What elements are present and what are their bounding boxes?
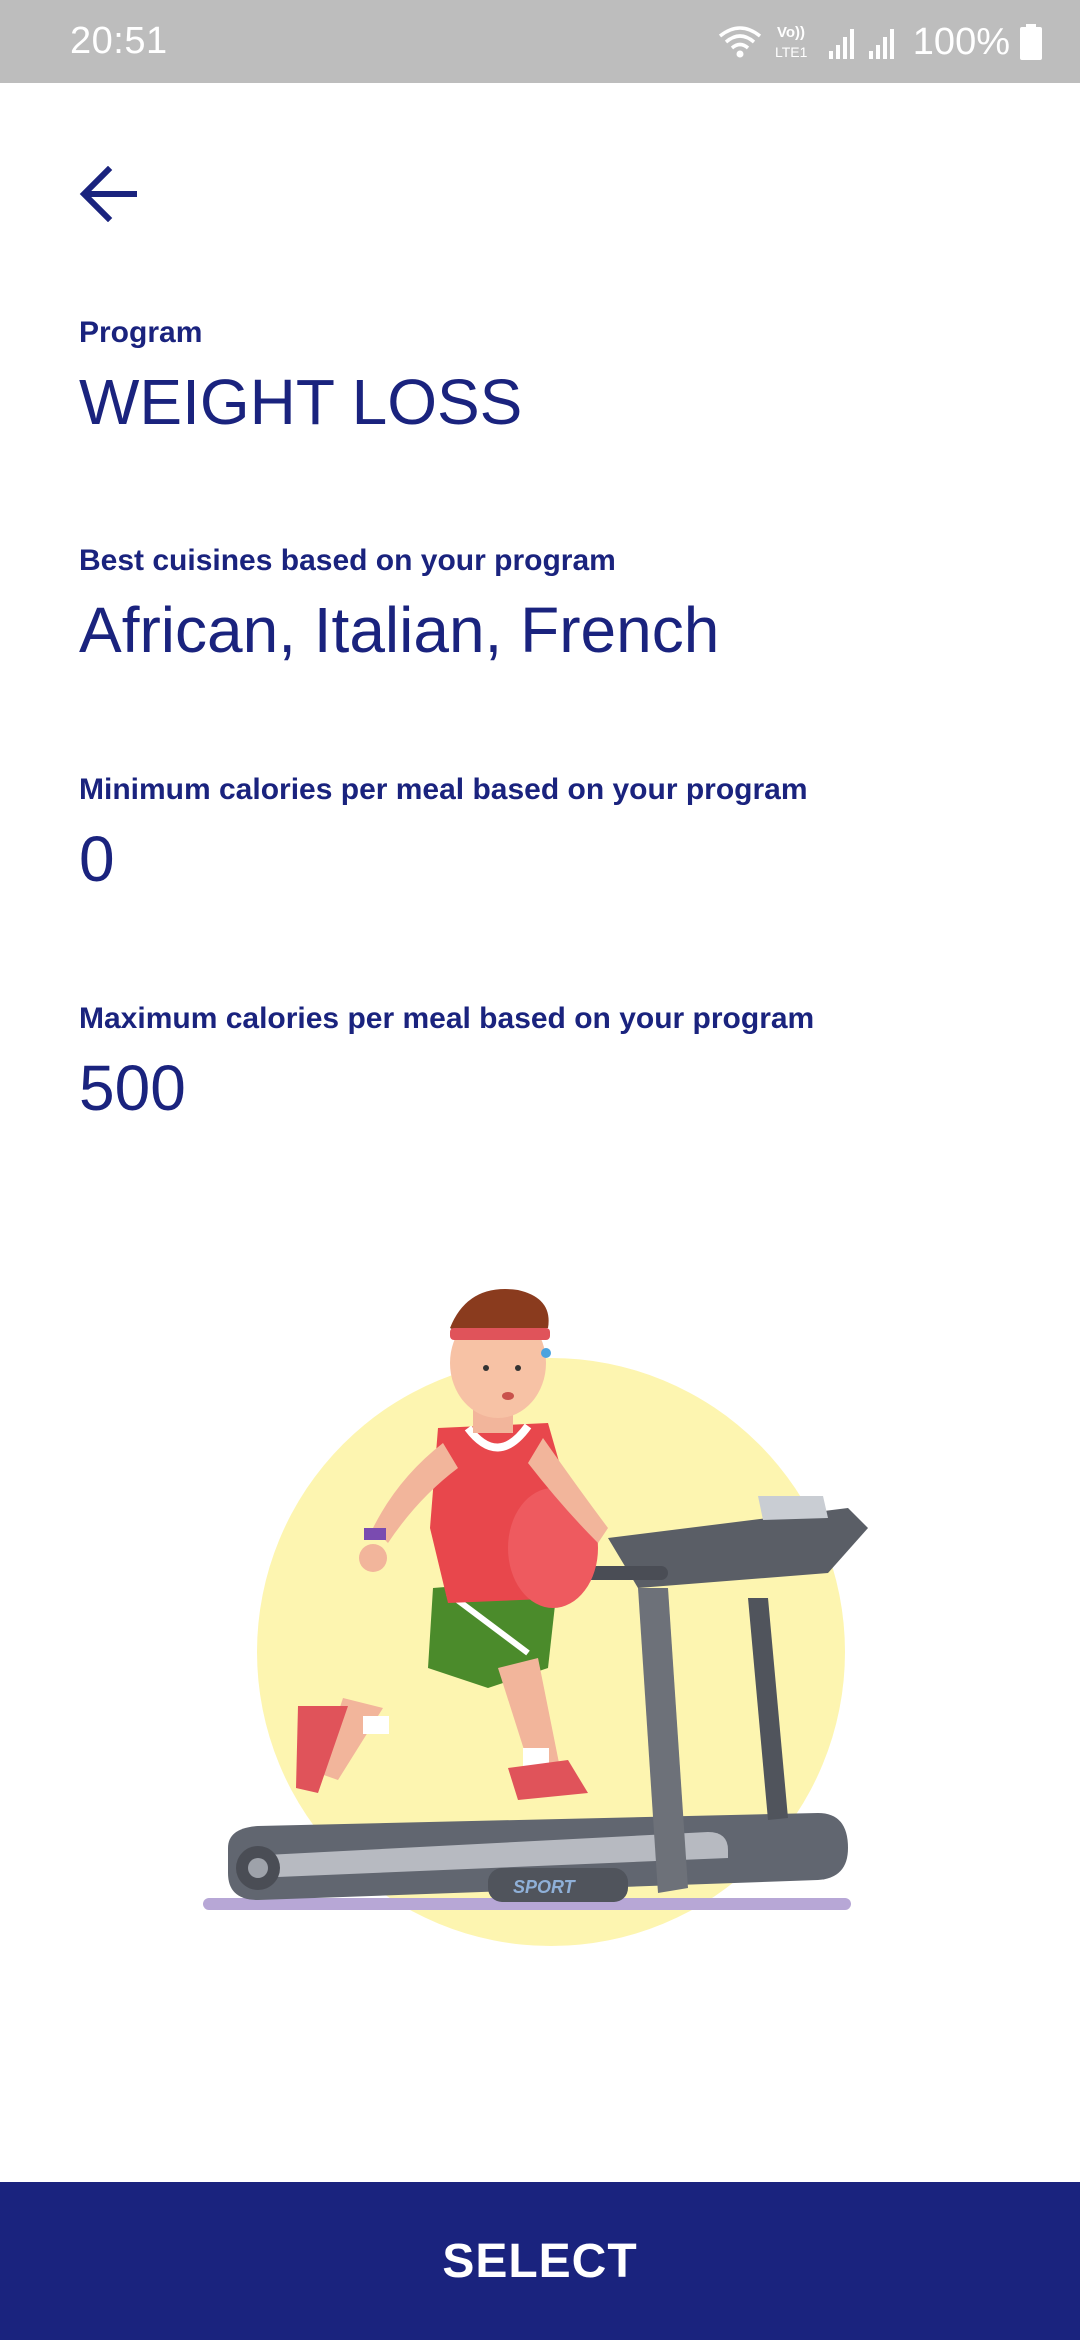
cuisines-value: African, Italian, French	[79, 594, 720, 666]
treadmill-brand-text: SPORT	[513, 1877, 577, 1897]
max-calories-label: Maximum calories per meal based on your …	[79, 1002, 815, 1035]
battery-percent: 100%	[912, 20, 1010, 63]
svg-text:Vo)): Vo))	[777, 24, 805, 41]
status-time: 20:51	[70, 20, 168, 62]
program-section: Program WEIGHT LOSS	[79, 316, 523, 438]
volte-icon: Vo)) LTE1	[773, 21, 817, 63]
cuisines-section: Best cuisines based on your program Afri…	[79, 544, 720, 666]
status-bar: 20:51 Vo)) LTE1 100%	[0, 0, 1080, 83]
min-calories-section: Minimum calories per meal based on your …	[79, 773, 808, 895]
cuisines-label: Best cuisines based on your program	[79, 544, 616, 577]
status-icons: Vo)) LTE1 100%	[717, 18, 1042, 66]
arrow-back-icon	[78, 165, 138, 227]
battery-icon	[1020, 24, 1042, 60]
signal-icon-2	[867, 23, 897, 61]
wifi-icon	[717, 22, 763, 62]
program-value: WEIGHT LOSS	[79, 366, 523, 438]
select-button[interactable]: SELECT	[0, 2182, 1080, 2340]
back-button[interactable]	[78, 160, 158, 232]
program-label: Program	[79, 316, 203, 349]
max-calories-value: 500	[79, 1052, 186, 1124]
min-calories-value: 0	[79, 823, 115, 895]
treadmill-runner-illustration: SPORT	[168, 1228, 908, 1968]
signal-icon-1	[827, 23, 857, 61]
max-calories-section: Maximum calories per meal based on your …	[79, 1002, 815, 1124]
min-calories-label: Minimum calories per meal based on your …	[79, 773, 808, 806]
svg-text:LTE1: LTE1	[775, 44, 808, 60]
